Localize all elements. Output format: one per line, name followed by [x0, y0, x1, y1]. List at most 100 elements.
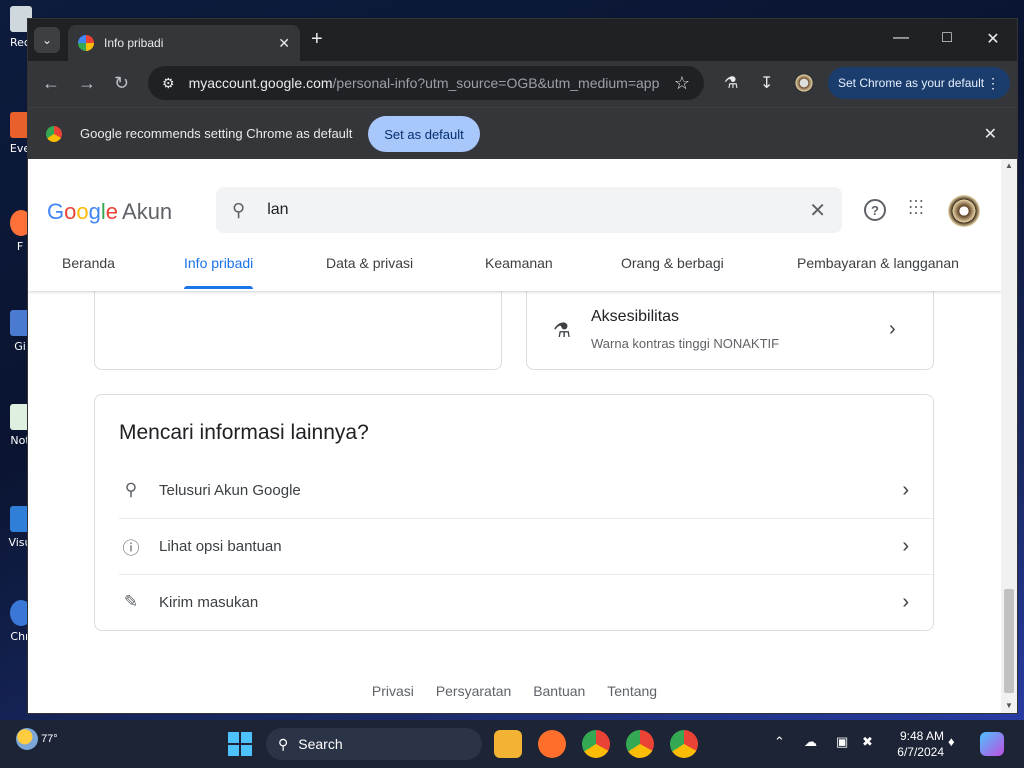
- page-content: Google Akun ⚲ lan ✕ ? ⋯ ⋯ ⋯ Beranda Info pr…: [28, 159, 1001, 713]
- scroll-down-arrow-icon[interactable]: ▼: [1005, 701, 1013, 710]
- firefox-taskbar-icon[interactable]: [538, 730, 566, 758]
- windows-taskbar: 77° ⚲ Search ⌃ ☁ ▣ ✖ 9:48 AM 6/7/2024 ♦: [0, 720, 1024, 768]
- logo-suffix: Akun: [122, 199, 173, 224]
- start-button[interactable]: [228, 732, 252, 756]
- row-label: Kirim masukan: [159, 593, 259, 611]
- maximize-icon[interactable]: □: [924, 29, 970, 47]
- taskbar-clock[interactable]: 9:48 AM 6/7/2024: [888, 728, 944, 760]
- close-tab-icon[interactable]: ✕: [278, 35, 290, 52]
- more-info-card: Mencari informasi lainnya? ⚲ Telusuri Ak…: [94, 394, 935, 631]
- search-input[interactable]: lan: [267, 201, 809, 219]
- chrome-taskbar-icon[interactable]: [582, 730, 610, 758]
- footer-link-privasi[interactable]: Privasi: [372, 683, 414, 699]
- chrome-window: ⌄ Info pribadi ✕ + — □ ✕ ← → ↻ ⚙ myaccou…: [28, 19, 1017, 713]
- chrome-logo-icon: [46, 126, 62, 142]
- chevron-right-icon: ›: [902, 534, 909, 557]
- row-label: Telusuri Akun Google: [159, 481, 301, 499]
- search-icon: ⚲: [232, 199, 246, 220]
- default-browser-infobar: Google recommends setting Chrome as defa…: [28, 107, 1017, 159]
- account-nav-tabs: Beranda Info pribadi Data & privasi Keam…: [28, 241, 1001, 291]
- new-tab-plus-icon[interactable]: +: [311, 29, 323, 49]
- browser-toolbar: ← → ↻ ⚙ myaccount.google.com/personal-in…: [28, 61, 1017, 107]
- tab-search-button[interactable]: ⌄: [34, 27, 60, 53]
- clear-search-icon[interactable]: ✕: [809, 198, 826, 223]
- reload-icon[interactable]: ↻: [114, 73, 129, 93]
- network-icon[interactable]: ☁: [804, 734, 817, 750]
- notification-bell-icon[interactable]: ♦: [948, 734, 955, 749]
- address-bar[interactable]: ⚙ myaccount.google.com/personal-info?utm…: [148, 66, 704, 100]
- accessibility-title: Aksesibilitas: [591, 308, 680, 325]
- tab-info-pribadi-active[interactable]: Info pribadi: [184, 255, 254, 289]
- back-arrow-icon[interactable]: ←: [42, 73, 60, 93]
- volume-muted-icon[interactable]: ✖: [862, 734, 873, 750]
- help-circle-icon: ⓘ: [122, 538, 140, 558]
- help-icon[interactable]: ?: [864, 199, 886, 221]
- google-account-logo[interactable]: Google Akun: [47, 199, 172, 225]
- feedback-icon: ✎: [123, 592, 139, 611]
- google-apps-icon[interactable]: ⋯ ⋯ ⋯: [908, 194, 925, 222]
- page-footer: Privasi Persyaratan Bantuan Tentang: [28, 683, 1001, 699]
- chevron-right-icon: ›: [902, 478, 909, 501]
- row-help-options[interactable]: ⓘ Lihat opsi bantuan ›: [119, 518, 935, 574]
- footer-link-persyaratan[interactable]: Persyaratan: [436, 683, 511, 699]
- tab-pembayaran-langganan[interactable]: Pembayaran & langganan: [797, 255, 959, 271]
- chrome-profile-taskbar-icon[interactable]: [626, 730, 654, 758]
- site-info-icon[interactable]: ⚙: [162, 75, 175, 92]
- scroll-up-arrow-icon[interactable]: ▲: [1005, 161, 1013, 170]
- accessibility-subtitle: Warna kontras tinggi NONAKTIF: [591, 336, 780, 351]
- accessibility-icon: ⚗: [553, 320, 571, 342]
- set-chrome-default-label: Set Chrome as your default: [838, 76, 985, 90]
- google-account-header: Google Akun ⚲ lan ✕ ? ⋯ ⋯ ⋯ Beranda Info pr…: [28, 159, 1001, 291]
- taskbar-search[interactable]: ⚲ Search: [266, 728, 482, 760]
- tab-data-privasi[interactable]: Data & privasi: [326, 255, 413, 271]
- taskbar-search-label: Search: [298, 736, 343, 752]
- minimize-icon[interactable]: —: [878, 29, 924, 47]
- labs-flask-icon[interactable]: ⚗: [724, 73, 738, 93]
- chevron-right-icon: ›: [902, 590, 909, 613]
- tab-keamanan[interactable]: Keamanan: [485, 255, 553, 271]
- set-chrome-default-button[interactable]: Set Chrome as your default ⋮: [828, 67, 1010, 99]
- chrome-profile2-taskbar-icon[interactable]: [670, 730, 698, 758]
- google-favicon-icon: [78, 35, 94, 51]
- bookmark-star-icon[interactable]: ☆: [674, 73, 690, 94]
- chevron-right-icon: ›: [889, 318, 896, 340]
- tab-strip: ⌄ Info pribadi ✕ + — □ ✕: [28, 19, 1017, 61]
- url-path: /personal-info?utm_source=OGB&utm_medium…: [332, 75, 660, 91]
- close-infobar-icon[interactable]: ✕: [984, 124, 997, 144]
- clock-time: 9:48 AM: [899, 729, 944, 743]
- profile-avatar-icon[interactable]: [794, 73, 814, 93]
- copilot-icon[interactable]: [980, 732, 1004, 756]
- row-send-feedback[interactable]: ✎ Kirim masukan ›: [119, 574, 935, 630]
- weather-icon: [16, 728, 38, 750]
- chevron-down-icon: ⌄: [41, 33, 53, 47]
- windows-logo-icon: [228, 732, 239, 743]
- tab-title: Info pribadi: [104, 36, 164, 50]
- infobar-message: Google recommends setting Chrome as defa…: [80, 126, 353, 141]
- search-icon: ⚲: [124, 480, 138, 499]
- row-label: Lihat opsi bantuan: [159, 537, 282, 555]
- url-text: myaccount.google.com/personal-info?utm_s…: [189, 75, 674, 91]
- more-menu-icon[interactable]: ⋮: [986, 75, 1000, 92]
- tab-beranda[interactable]: Beranda: [62, 255, 115, 271]
- forward-arrow-icon[interactable]: →: [78, 73, 96, 93]
- show-hidden-icons-chevron-icon[interactable]: ⌃: [774, 734, 785, 750]
- row-search-account[interactable]: ⚲ Telusuri Akun Google ›: [119, 462, 935, 518]
- set-as-default-button[interactable]: Set as default: [368, 116, 480, 152]
- scrollbar-thumb[interactable]: [1004, 589, 1014, 693]
- account-search-box[interactable]: ⚲ lan ✕: [216, 187, 842, 233]
- close-window-icon[interactable]: ✕: [970, 29, 1016, 49]
- file-explorer-icon[interactable]: [494, 730, 522, 758]
- tab-info-pribadi[interactable]: Info pribadi ✕: [68, 25, 300, 61]
- search-icon: ⚲: [278, 735, 289, 752]
- page-scrollbar[interactable]: ▲ ▼: [1001, 159, 1017, 713]
- url-host: myaccount.google.com: [188, 75, 333, 91]
- display-icon[interactable]: ▣: [836, 734, 848, 750]
- download-icon[interactable]: ↧: [760, 73, 773, 93]
- weather-widget[interactable]: 77°: [16, 728, 58, 750]
- tab-orang-berbagi[interactable]: Orang & berbagi: [621, 255, 724, 271]
- clock-date: 6/7/2024: [897, 745, 944, 759]
- footer-link-bantuan[interactable]: Bantuan: [533, 683, 585, 699]
- account-avatar[interactable]: [948, 195, 980, 227]
- footer-link-tentang[interactable]: Tentang: [607, 683, 657, 699]
- more-info-title: Mencari informasi lainnya?: [119, 421, 369, 444]
